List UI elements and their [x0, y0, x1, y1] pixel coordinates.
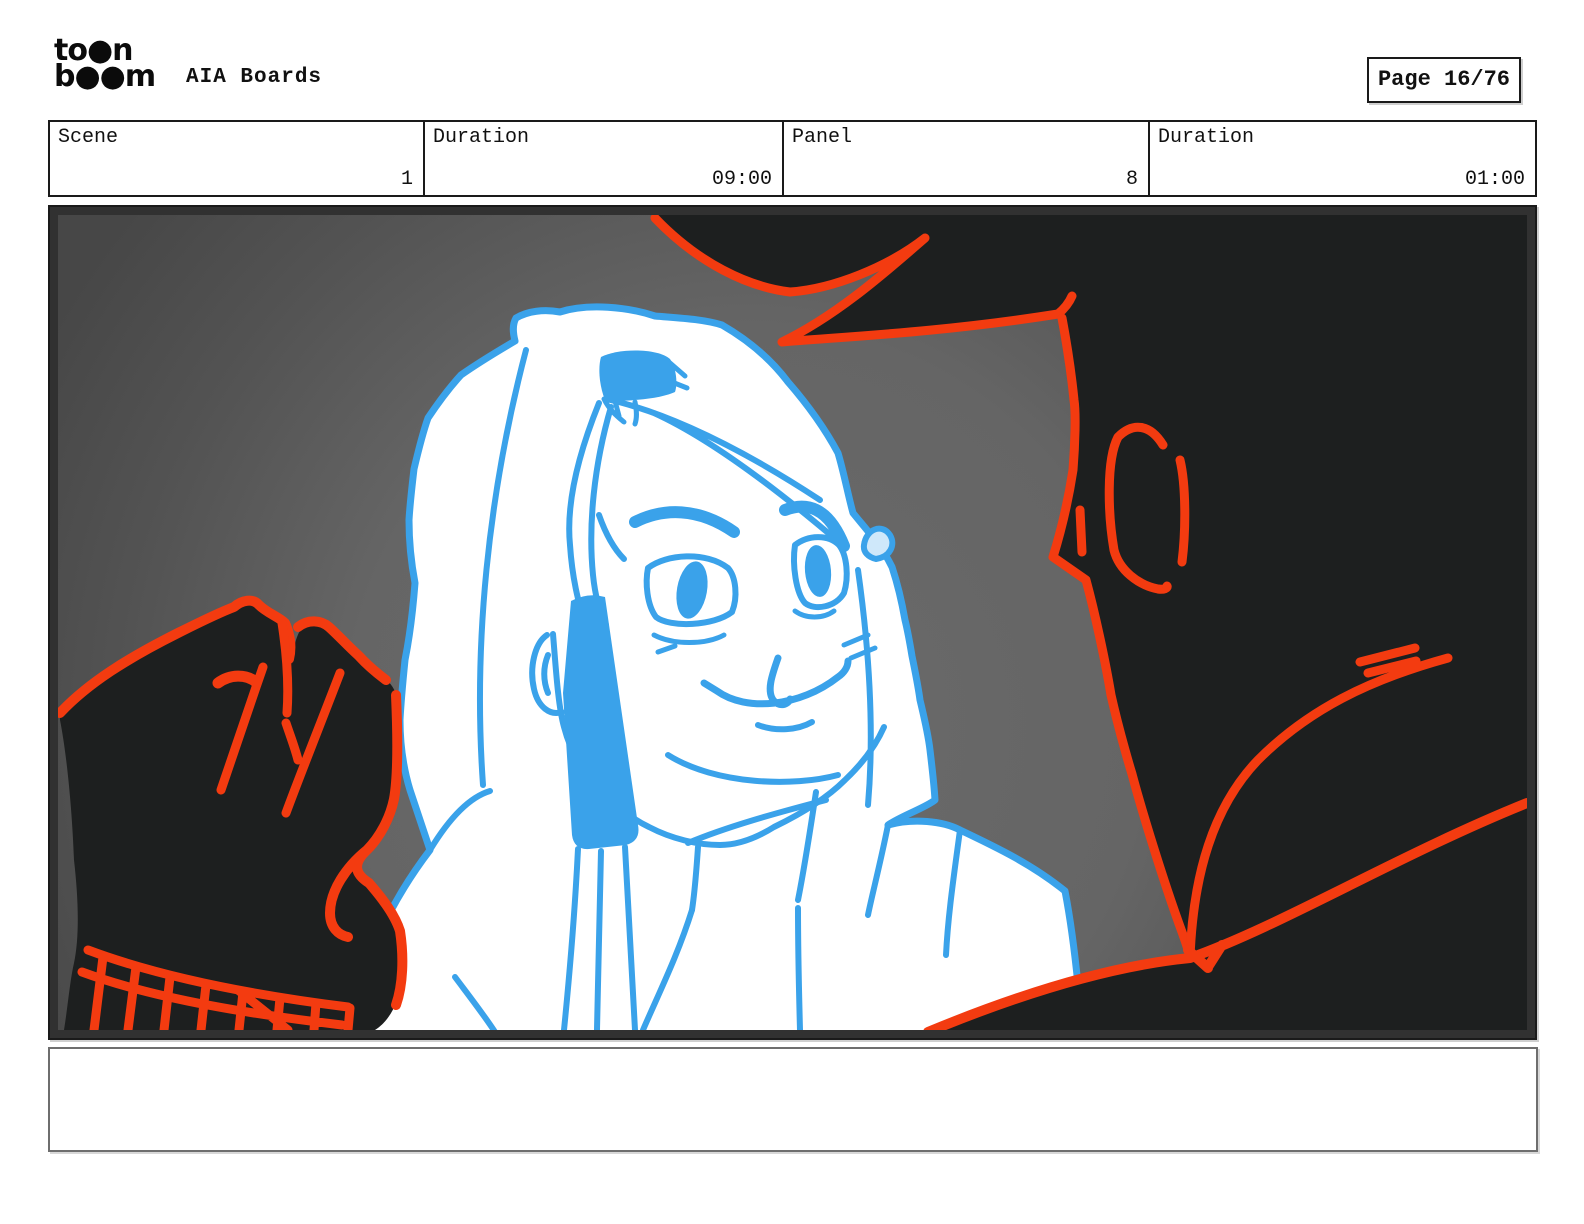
scene-duration-cell: Duration 09:00 [425, 122, 784, 195]
panel-info-row: Scene 1 Duration 09:00 Panel 8 Duration … [48, 120, 1537, 197]
panel-duration-value: 01:00 [1464, 168, 1525, 191]
girl-right-ear [860, 525, 896, 562]
panel-number-label: Panel [792, 126, 853, 149]
hair-clip [599, 350, 677, 401]
panel-number-value: 8 [1125, 168, 1138, 191]
panel-duration-label: Duration [1158, 126, 1255, 149]
toonboom-logo: to●n b●●m [54, 36, 184, 94]
panel-number-cell: Panel 8 [784, 122, 1150, 195]
page-number-badge: Page 16/76 [1367, 57, 1521, 103]
scene-label: Scene [58, 126, 119, 149]
scene-duration-value: 09:00 [711, 168, 772, 191]
panel-duration-cell: Duration 01:00 [1150, 122, 1535, 195]
scene-duration-label: Duration [433, 126, 530, 149]
caption-box [48, 1047, 1538, 1152]
scene-cell: Scene 1 [50, 122, 425, 195]
logo-line-2: b●●m [54, 58, 156, 94]
project-title: AIA Boards [186, 66, 323, 89]
fist [58, 595, 408, 1030]
storyboard-drawing [58, 215, 1527, 1030]
scene-value: 1 [400, 168, 413, 191]
storyboard-panel [48, 205, 1537, 1040]
